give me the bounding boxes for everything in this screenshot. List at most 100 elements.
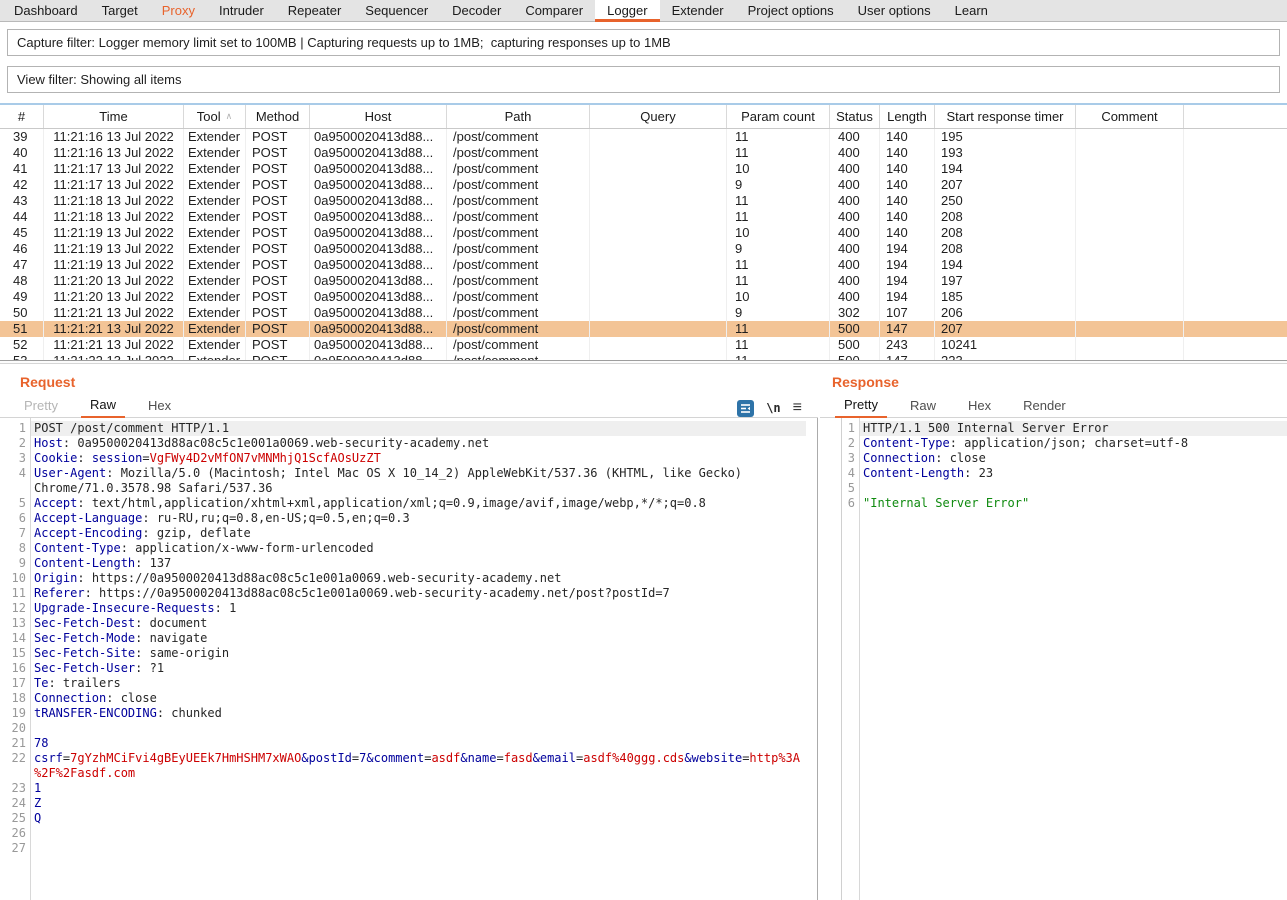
table-row[interactable]: 3911:21:16 13 Jul 2022ExtenderPOST0a9500… — [0, 129, 1287, 145]
cell-start-response-timer: 208 — [935, 209, 1076, 225]
cell-start-response-timer: 10241 — [935, 337, 1076, 353]
line-number: 19 — [0, 706, 30, 721]
tab-repeater[interactable]: Repeater — [276, 0, 353, 22]
view-filter-text: View filter: Showing all items — [17, 72, 182, 87]
tab-proxy[interactable]: Proxy — [150, 0, 207, 22]
cell-tool: Extender — [184, 225, 246, 241]
response-tab-render[interactable]: Render — [1014, 397, 1075, 417]
cell-method: POST — [246, 145, 310, 161]
tab-comparer[interactable]: Comparer — [513, 0, 595, 22]
column-header-comment[interactable]: Comment — [1076, 105, 1184, 128]
editor-line: 5Accept: text/html,application/xhtml+xml… — [0, 496, 806, 511]
capture-filter-bar[interactable]: Capture filter: Logger memory limit set … — [7, 29, 1280, 56]
syntax-segment: & — [366, 751, 373, 765]
syntax-segment: 0a9500020413d88ac08c5c1e001a0069.web-sec… — [77, 436, 489, 450]
cell-host: 0a9500020413d88... — [310, 273, 447, 289]
column-header-method[interactable]: Method — [246, 105, 310, 128]
cell-host: 0a9500020413d88... — [310, 225, 447, 241]
tab-intruder[interactable]: Intruder — [207, 0, 276, 22]
syntax-segment: POST /post/comment HTTP/1.1 — [34, 421, 229, 435]
table-row[interactable]: 5011:21:21 13 Jul 2022ExtenderPOST0a9500… — [0, 305, 1287, 321]
cell-row-id: 45 — [0, 225, 44, 241]
table-row[interactable]: 4111:21:17 13 Jul 2022ExtenderPOST0a9500… — [0, 161, 1287, 177]
table-row[interactable]: 4511:21:19 13 Jul 2022ExtenderPOST0a9500… — [0, 225, 1287, 241]
table-row[interactable]: 4811:21:20 13 Jul 2022ExtenderPOST0a9500… — [0, 273, 1287, 289]
response-tab-hex[interactable]: Hex — [959, 397, 1000, 417]
line-number: 5 — [842, 481, 859, 496]
tab-decoder[interactable]: Decoder — [440, 0, 513, 22]
tab-user-options[interactable]: User options — [846, 0, 943, 22]
column-header-time[interactable]: Time — [44, 105, 184, 128]
table-row[interactable]: 4611:21:19 13 Jul 2022ExtenderPOST0a9500… — [0, 241, 1287, 257]
column-header-length[interactable]: Length — [880, 105, 935, 128]
column-header-tool[interactable]: Tool∧ — [184, 105, 246, 128]
column-header-path[interactable]: Path — [447, 105, 590, 128]
cell-param-count: 11 — [727, 257, 830, 273]
line-content — [863, 481, 1287, 496]
cell-path: /post/comment — [447, 289, 590, 305]
table-row[interactable]: 4211:21:17 13 Jul 2022ExtenderPOST0a9500… — [0, 177, 1287, 193]
tab-project-options[interactable]: Project options — [736, 0, 846, 22]
syntax-segment: ru-RU,ru;q=0.8,en-US;q=0.5,en;q=0.3 — [157, 511, 410, 525]
syntax-segment: Mozilla/5.0 (Macintosh; Intel Mac OS X 1… — [34, 466, 749, 495]
request-editor-toolbar: \n ≡ — [737, 398, 802, 418]
cell-length: 140 — [880, 225, 935, 241]
view-filter-bar[interactable]: View filter: Showing all items — [7, 66, 1280, 93]
tab-extender[interactable]: Extender — [660, 0, 736, 22]
syntax-segment: Accept — [34, 496, 77, 510]
column-header-blank[interactable]: # — [0, 105, 44, 128]
syntax-segment: Content-Type — [34, 541, 121, 555]
editor-menu-icon[interactable]: ≡ — [793, 400, 802, 416]
request-tab-raw[interactable]: Raw — [81, 396, 125, 418]
column-header-start-response-timer[interactable]: Start response timer — [935, 105, 1076, 128]
cell-path: /post/comment — [447, 321, 590, 337]
column-header-query[interactable]: Query — [590, 105, 727, 128]
column-header-status[interactable]: Status — [830, 105, 880, 128]
table-row[interactable]: 5211:21:21 13 Jul 2022ExtenderPOST0a9500… — [0, 337, 1287, 353]
table-row[interactable]: 4311:21:18 13 Jul 2022ExtenderPOST0a9500… — [0, 193, 1287, 209]
newline-toggle-icon[interactable]: \n — [766, 401, 780, 415]
response-tab-raw[interactable]: Raw — [901, 397, 945, 417]
line-content — [34, 721, 806, 736]
syntax-segment: name — [468, 751, 497, 765]
request-editor[interactable]: 1POST /post/comment HTTP/1.12Host: 0a950… — [0, 418, 818, 900]
line-content: Sec-Fetch-User: ?1 — [34, 661, 806, 676]
response-tab-pretty[interactable]: Pretty — [835, 396, 887, 418]
line-number: 21 — [0, 736, 30, 751]
column-header-param-count[interactable]: Param count — [727, 105, 830, 128]
line-content: tRANSFER-ENCODING: chunked — [34, 706, 806, 721]
tab-dashboard[interactable]: Dashboard — [2, 0, 90, 22]
tab-learn[interactable]: Learn — [943, 0, 1000, 22]
line-content: Accept-Language: ru-RU,ru;q=0.8,en-US;q=… — [34, 511, 806, 526]
line-number: 1 — [0, 421, 30, 436]
cell-comment — [1076, 337, 1184, 353]
table-row[interactable]: 4911:21:20 13 Jul 2022ExtenderPOST0a9500… — [0, 289, 1287, 305]
cell-query — [590, 177, 727, 193]
table-row[interactable]: 4011:21:16 13 Jul 2022ExtenderPOST0a9500… — [0, 145, 1287, 161]
cell-path: /post/comment — [447, 257, 590, 273]
cell-status: 400 — [830, 145, 880, 161]
line-number: 2 — [842, 436, 859, 451]
cell-comment — [1076, 177, 1184, 193]
tab-target[interactable]: Target — [90, 0, 150, 22]
table-row[interactable]: 4711:21:19 13 Jul 2022ExtenderPOST0a9500… — [0, 257, 1287, 273]
syntax-segment: Sec-Fetch-User — [34, 661, 135, 675]
syntax-segment: & — [460, 751, 467, 765]
column-header-host[interactable]: Host — [310, 105, 447, 128]
cell-method: POST — [246, 321, 310, 337]
cell-filler — [1184, 305, 1287, 321]
cell-param-count: 11 — [727, 129, 830, 145]
table-row[interactable]: 5111:21:21 13 Jul 2022ExtenderPOST0a9500… — [0, 321, 1287, 337]
table-row[interactable]: 5311:21:22 13 Jul 2022ExtenderPOST0a9500… — [0, 353, 1287, 360]
tab-sequencer[interactable]: Sequencer — [353, 0, 440, 22]
line-number: 2 — [0, 436, 30, 451]
response-editor[interactable]: 1HTTP/1.1 500 Internal Server Error2Cont… — [841, 418, 1287, 900]
request-tab-hex[interactable]: Hex — [139, 397, 180, 417]
pretty-print-icon[interactable] — [737, 400, 754, 417]
line-content: Content-Type: application/x-www-form-url… — [34, 541, 806, 556]
table-row[interactable]: 4411:21:18 13 Jul 2022ExtenderPOST0a9500… — [0, 209, 1287, 225]
request-tab-pretty[interactable]: Pretty — [15, 397, 67, 417]
tab-logger[interactable]: Logger — [595, 0, 659, 22]
cell-start-response-timer: 197 — [935, 273, 1076, 289]
column-header-label: Start response timer — [946, 109, 1063, 124]
